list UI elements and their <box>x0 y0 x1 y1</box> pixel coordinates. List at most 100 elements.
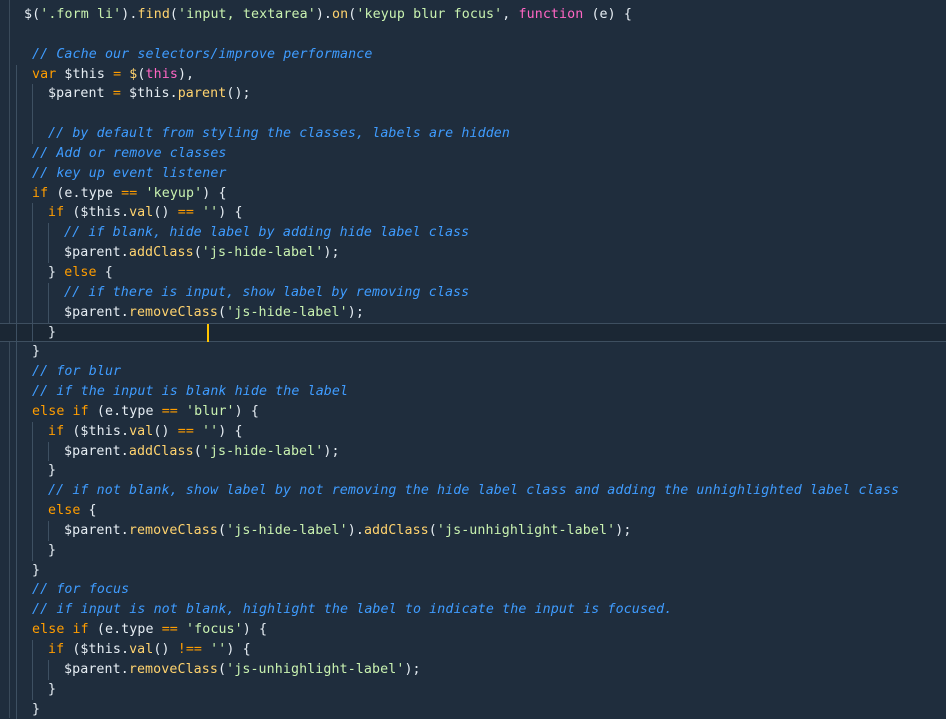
indent-guide <box>16 461 17 482</box>
indent-guide <box>16 322 17 343</box>
code-line[interactable]: $('.form li').find('input, textarea').on… <box>0 5 946 25</box>
code-line[interactable]: } <box>0 540 946 561</box>
code-text: $parent.removeClass('js-hide-label'); <box>64 303 364 323</box>
code-line[interactable]: // by default from styling the classes, … <box>0 124 946 144</box>
code-line[interactable]: if ($this.val() == '') { <box>0 421 946 442</box>
code-token: ); <box>615 522 632 538</box>
code-text: else { <box>48 501 97 521</box>
code-line[interactable]: $parent.removeClass('js-hide-label').add… <box>0 520 946 541</box>
indent-guide <box>16 441 17 462</box>
code-line[interactable]: if ($this.val() == '') { <box>0 203 946 224</box>
code-line[interactable]: // Cache our selectors/improve performan… <box>0 45 946 65</box>
code-line[interactable]: else { <box>0 501 946 521</box>
code-line[interactable]: $parent.addClass('js-hide-label'); <box>0 243 946 263</box>
code-line[interactable]: else if (e.type == 'focus') { <box>0 620 946 640</box>
code-token: ) { <box>218 423 243 439</box>
code-token: () <box>153 205 178 221</box>
code-line[interactable]: } <box>0 461 946 482</box>
indent-guide <box>16 302 17 323</box>
code-token: 'keyup' <box>145 185 203 201</box>
code-token: else <box>64 264 97 280</box>
code-token: = <box>113 66 122 82</box>
indent-guide <box>16 421 17 442</box>
code-text: // if input is not blank, highlight the … <box>32 600 672 620</box>
code-line[interactable]: // for focus <box>0 580 946 601</box>
code-token: ) { <box>242 622 268 638</box>
code-line[interactable]: // if blank, hide label by adding hide l… <box>0 223 946 244</box>
code-line-current[interactable]: } <box>0 322 946 343</box>
code-area[interactable]: $('.form li').find('input, textarea').on… <box>0 5 946 719</box>
code-text: // for blur <box>32 362 121 382</box>
indent-guide <box>32 421 33 442</box>
code-token: else <box>48 503 81 519</box>
code-line[interactable]: } <box>0 699 946 719</box>
code-line[interactable]: if (e.type == 'keyup') { <box>0 183 946 204</box>
indent-guide <box>32 322 33 343</box>
code-line[interactable]: // if not blank, show label by not remov… <box>0 481 946 502</box>
code-token: else <box>32 403 65 419</box>
code-token: ( <box>32 7 41 22</box>
code-token: var <box>32 66 57 82</box>
code-text: $parent = $this.parent(); <box>48 84 251 104</box>
code-text: } else { <box>48 263 113 283</box>
code-token: function <box>518 7 584 22</box>
indent-guide <box>32 481 33 502</box>
code-line[interactable]: } else { <box>0 262 946 283</box>
code-token: addClass <box>128 245 194 261</box>
code-line[interactable]: // if there is input, show label by remo… <box>0 282 946 303</box>
code-line[interactable] <box>0 104 946 125</box>
indent-guide <box>16 481 17 502</box>
indent-guide <box>16 183 17 204</box>
code-token: ( <box>193 245 202 261</box>
code-token: // for focus <box>32 582 130 598</box>
code-token: $parent <box>48 86 113 102</box>
code-line[interactable]: var $this = $(this), <box>0 64 946 85</box>
code-text: // if blank, hide label by adding hide l… <box>64 223 469 243</box>
code-token: } <box>48 681 57 697</box>
code-text: $parent.removeClass('js-unhighlight-labe… <box>64 660 421 680</box>
indent-guide <box>32 520 33 541</box>
code-line[interactable]: // if input is not blank, highlight the … <box>0 600 946 621</box>
code-text: if ($this.val() == '') { <box>48 422 243 442</box>
code-line[interactable]: $parent = $this.parent(); <box>0 84 946 105</box>
indent-guide <box>16 600 17 621</box>
code-token: (e.type <box>88 622 162 638</box>
code-line[interactable]: $parent.removeClass('js-unhighlight-labe… <box>0 659 946 680</box>
code-line[interactable]: // Add or remove classes <box>0 143 946 164</box>
code-text: $parent.addClass('js-hide-label'); <box>64 243 340 263</box>
code-token: ( <box>428 522 437 538</box>
code-token: () <box>153 642 178 657</box>
code-token: ) { <box>218 205 243 221</box>
code-line[interactable]: } <box>0 560 946 581</box>
code-token: } <box>32 344 41 360</box>
code-token: { <box>96 264 113 280</box>
code-token: ( <box>218 661 227 677</box>
code-line[interactable]: } <box>0 679 946 700</box>
indent-guide <box>32 282 33 303</box>
indent-guide <box>16 124 17 144</box>
indent-guide <box>48 243 49 263</box>
code-line[interactable]: // key up event listener <box>0 163 946 184</box>
code-editor[interactable]: $('.form li').find('input, textarea').on… <box>0 0 946 719</box>
indent-guide <box>48 302 49 323</box>
code-line[interactable]: } <box>0 342 946 363</box>
indent-guide <box>48 520 49 541</box>
indent-guide <box>48 441 49 462</box>
text-caret <box>207 323 209 342</box>
code-token: (e.type <box>88 403 162 419</box>
code-line[interactable]: $parent.addClass('js-hide-label'); <box>0 441 946 462</box>
code-line[interactable]: else if (e.type == 'blur') { <box>0 401 946 422</box>
code-token: removeClass <box>128 661 219 677</box>
code-line[interactable] <box>0 25 946 45</box>
code-text: else if (e.type == 'focus') { <box>32 620 267 640</box>
indent-guide <box>32 104 33 125</box>
code-line[interactable]: $parent.removeClass('js-hide-label'); <box>0 302 946 323</box>
code-line[interactable]: // for blur <box>0 362 946 383</box>
indent-guide <box>32 302 33 323</box>
code-token: (); <box>226 86 251 102</box>
code-line[interactable]: // if the input is blank hide the label <box>0 382 946 402</box>
code-text: $parent.addClass('js-hide-label'); <box>64 442 340 462</box>
code-line[interactable]: if ($this.val() !== '') { <box>0 640 946 660</box>
